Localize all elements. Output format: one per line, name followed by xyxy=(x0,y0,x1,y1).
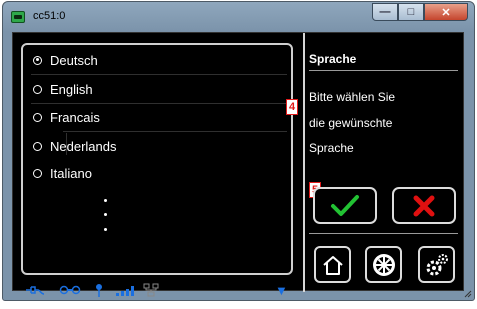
instruction-text-line-2: die gewünschte xyxy=(309,116,393,130)
language-label: Francais xyxy=(50,109,100,125)
minimize-button[interactable]: — xyxy=(372,3,398,21)
window-title: cc51:0 xyxy=(33,10,66,22)
language-option-english[interactable]: English xyxy=(33,80,93,98)
section-heading: Sprache xyxy=(309,52,357,66)
scroll-down-arrow[interactable]: ▼ xyxy=(275,283,288,298)
language-option-italiano[interactable]: Italiano xyxy=(33,164,92,182)
heading-underline xyxy=(309,70,458,71)
maximize-button[interactable]: □ xyxy=(398,3,424,21)
close-button[interactable]: ✕ xyxy=(424,3,468,21)
power-plug-icon xyxy=(25,283,47,297)
list-divider xyxy=(63,131,287,132)
cancel-button[interactable] xyxy=(392,187,456,224)
title-bar[interactable]: cc51:0 — □ ✕ xyxy=(3,2,474,32)
list-divider xyxy=(66,133,67,155)
radio-icon xyxy=(33,141,42,151)
language-label: Italiano xyxy=(50,165,92,181)
app-icon xyxy=(11,11,25,23)
instruction-text-line-3: Sprache xyxy=(309,141,354,155)
language-list-panel: Deutsch English Francais Nederlands Ital… xyxy=(21,43,298,298)
network-icon xyxy=(143,283,159,297)
wheel-icon xyxy=(372,253,395,276)
antenna-icon xyxy=(93,283,105,297)
list-divider xyxy=(31,74,287,75)
radio-icon xyxy=(33,84,42,94)
radio-icon xyxy=(33,112,42,122)
settings-button[interactable] xyxy=(418,246,455,283)
confirm-button[interactable] xyxy=(313,187,377,224)
language-option-francais[interactable]: Francais xyxy=(33,108,100,126)
panel-divider xyxy=(303,33,305,292)
annotation-marker-4: 4 xyxy=(286,99,298,115)
language-label: Deutsch xyxy=(50,52,98,68)
device-screen: Deutsch English Francais Nederlands Ital… xyxy=(12,32,464,298)
instruction-text-line-1: Bitte wählen Sie xyxy=(309,90,396,104)
radio-icon xyxy=(33,168,42,178)
x-icon xyxy=(413,195,435,216)
locomotive-button[interactable] xyxy=(365,246,402,283)
resize-grip-icon[interactable] xyxy=(462,288,472,298)
language-option-nederlands[interactable]: Nederlands xyxy=(33,137,117,155)
language-label: Nederlands xyxy=(50,138,117,154)
radio-selected-icon xyxy=(33,55,42,65)
language-label: English xyxy=(50,81,93,97)
signal-bars-icon xyxy=(115,283,137,297)
track-link-icon xyxy=(59,283,81,297)
language-option-deutsch[interactable]: Deutsch xyxy=(33,51,98,69)
window-controls: — □ ✕ xyxy=(372,3,468,21)
application-window: cc51:0 — □ ✕ Deutsch English Francais Ne… xyxy=(2,1,475,301)
home-button[interactable] xyxy=(314,246,351,283)
buttons-divider xyxy=(309,233,458,234)
check-icon xyxy=(331,194,359,216)
gear-icon xyxy=(426,253,448,275)
list-divider xyxy=(31,103,287,104)
home-icon xyxy=(322,255,343,275)
